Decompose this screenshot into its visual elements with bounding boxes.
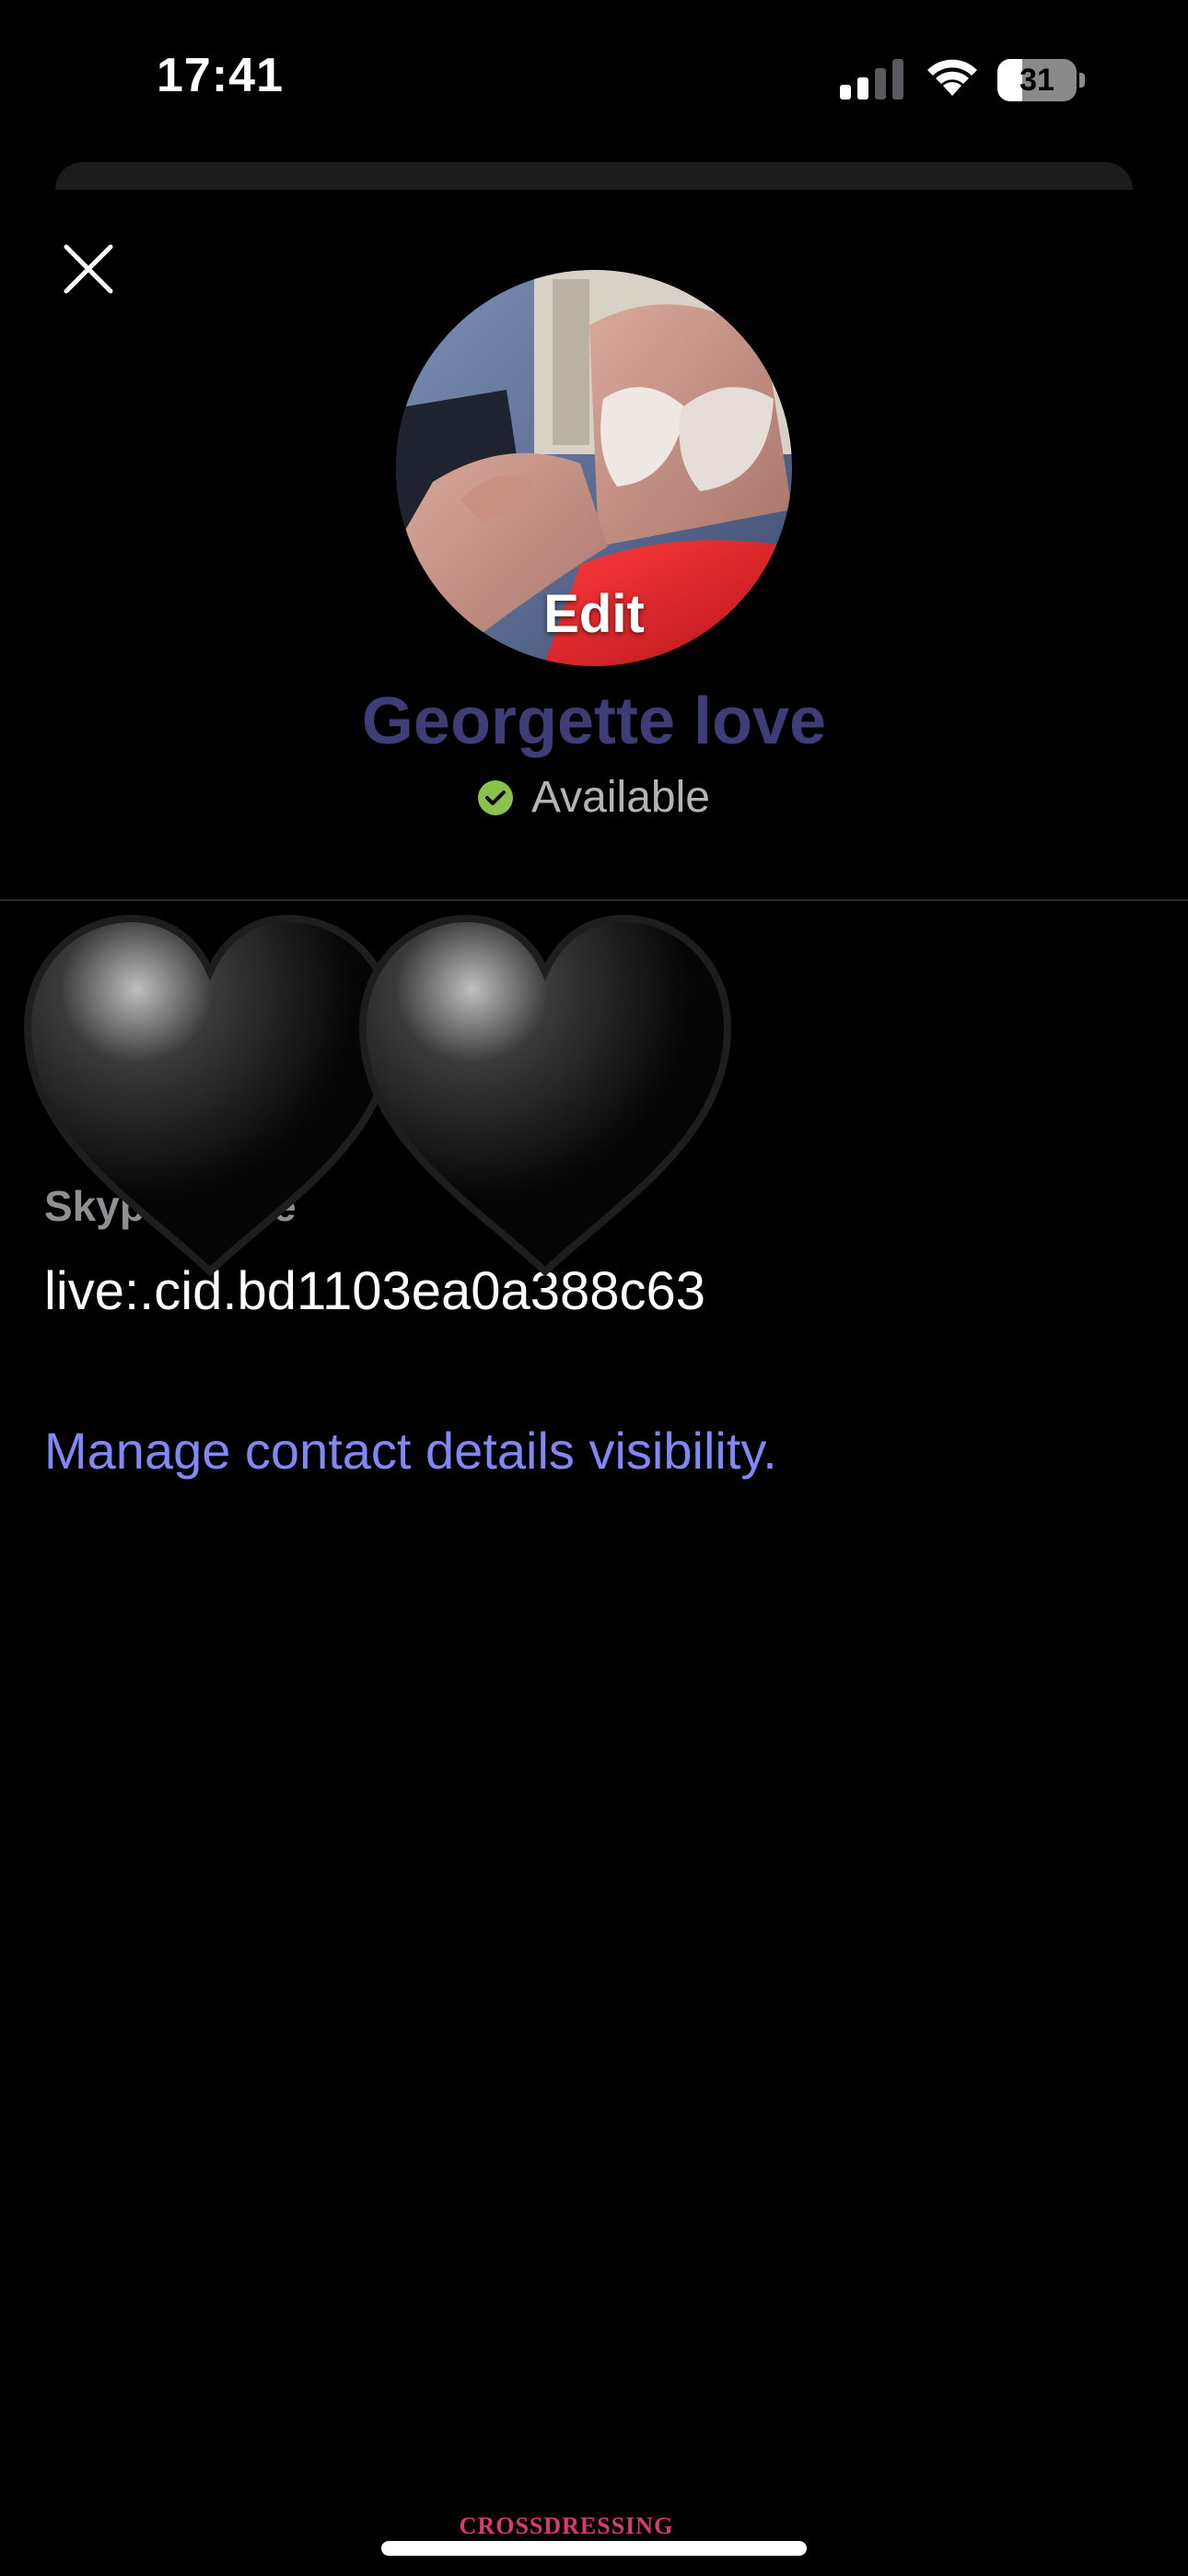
signal-icon (840, 59, 903, 100)
presence-status-label: Available (531, 773, 710, 822)
check-circle-icon (478, 779, 514, 815)
manage-contact-visibility-link[interactable]: Manage contact details visibility. (44, 1421, 777, 1481)
profile-display-name: Georgette love (361, 685, 827, 758)
wifi-icon (927, 59, 977, 96)
section-divider (0, 899, 1188, 901)
battery-body: 31 (997, 59, 1077, 101)
background-sheet-edge (55, 162, 1133, 190)
battery-icon: 31 (997, 59, 1086, 101)
black-heart-icon (358, 914, 732, 1277)
battery-cap (1079, 73, 1085, 88)
watermark-text: CROSSDRESSING (459, 2512, 674, 2539)
battery-percentage: 31 (1019, 63, 1054, 98)
black-heart-icon (23, 914, 397, 1277)
avatar-edit-label[interactable]: Edit (396, 583, 792, 645)
presence-status[interactable]: Available (0, 772, 1188, 826)
status-time: 17:41 (157, 49, 284, 102)
home-indicator[interactable] (381, 2541, 807, 2556)
status-bar: 17:41 31 (0, 0, 1188, 157)
profile-avatar[interactable]: Edit (396, 270, 792, 666)
close-icon[interactable] (52, 232, 125, 306)
